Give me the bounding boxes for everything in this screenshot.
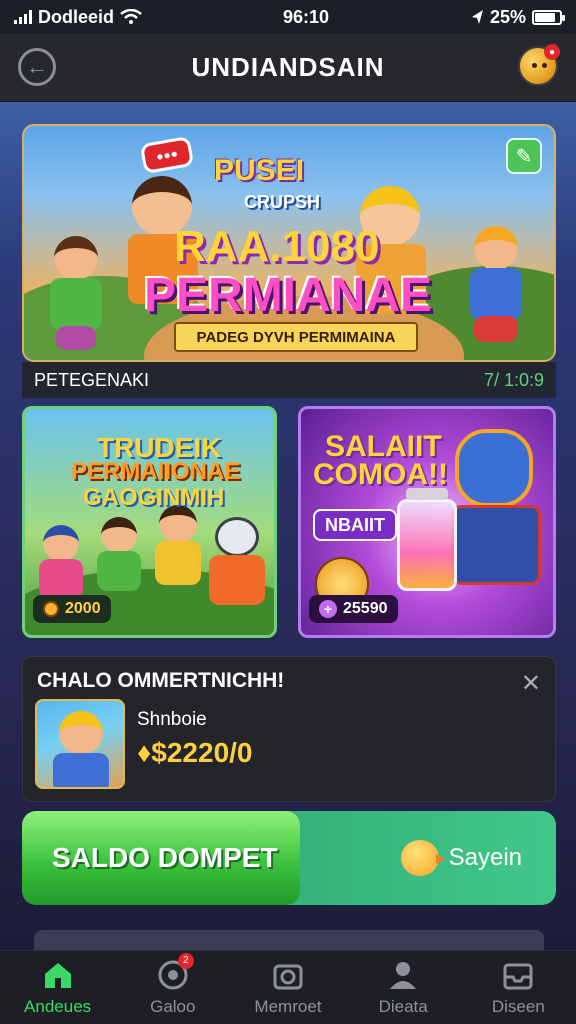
card-price: 2000: [65, 600, 101, 617]
hero-subtitle: PADEG DYVH PERMIMAINA: [174, 322, 418, 352]
inbox-icon: [503, 963, 533, 989]
nav-item-home[interactable]: Andeues: [3, 959, 113, 1017]
nav-label: Galoo: [150, 996, 196, 1016]
profile-avatar-button[interactable]: ●: [518, 44, 560, 86]
avatar-eye-icon: [542, 63, 547, 68]
clock: 96:10: [282, 6, 330, 27]
nav-item-inbox[interactable]: Diseen: [463, 959, 573, 1017]
character-body: [53, 753, 109, 787]
share-icon: ✎: [515, 145, 533, 168]
price-pill: + 25590: [309, 595, 398, 623]
battery-icon: [532, 9, 565, 25]
wallet-balance-label: SALDO DOMPET: [22, 811, 300, 905]
back-arrow-icon: ←: [26, 54, 48, 79]
offer-item-name: Shnboie: [137, 709, 207, 730]
nav-item-camera[interactable]: Memroet: [233, 959, 343, 1017]
nav-label: Memroet: [254, 996, 322, 1016]
offer-title: CHALO OMMERTNICHH!: [37, 669, 285, 692]
carrier-name: Dodleeid: [38, 6, 115, 27]
countdown-timer: 7/ 1:0:9: [483, 369, 544, 390]
hero-title-line4: PERMIANAE: [144, 269, 433, 322]
nav-label: Andeues: [24, 996, 92, 1016]
battery-percent: 25%: [489, 6, 526, 27]
close-button[interactable]: ✕: [521, 669, 541, 698]
character-head: [59, 711, 103, 755]
wifi-icon: [120, 9, 142, 24]
status-left: Dodleeid: [14, 7, 142, 28]
chick-icon: [400, 840, 445, 876]
nav-label: Diseen: [491, 996, 545, 1016]
offer-item-price: ♦$2220/0: [137, 737, 253, 768]
user-icon: [390, 961, 417, 989]
page-title: UNDIANDSAIN: [191, 52, 385, 82]
app-header: ← UNDIANDSAIN ●: [0, 34, 576, 102]
status-right: 25%: [470, 6, 565, 28]
signal-icon: [14, 10, 32, 24]
bottom-nav: Andeues 2 Galoo Memroet Dieata Diseen: [0, 950, 576, 1024]
location-icon: [471, 10, 483, 24]
hero-footer-label: PETEGENAKI: [34, 369, 150, 390]
card-title-line: PERMAIIONAE: [71, 458, 241, 485]
wallet-side-label: Sayein: [448, 844, 522, 871]
card-title-line: COMOA!!: [313, 458, 448, 491]
plus-icon: +: [319, 600, 337, 618]
card-price: 25590: [343, 600, 388, 617]
status-bar: Dodleeid 96:10 25%: [0, 0, 576, 34]
offer-panel: CHALO OMMERTNICHH! ✕ Shnboie ♦$2220/0: [22, 656, 556, 802]
card-title-line: GAOGINMIH: [83, 484, 225, 511]
close-icon: ✕: [520, 670, 541, 697]
hero-banner[interactable]: ●●● PUSEI CRUPSH RAA.1080 PERMIANAE PADE…: [22, 124, 556, 362]
hero-title-line1: PUSEI: [214, 154, 305, 187]
nav-label: Dieata: [378, 996, 428, 1016]
nav-badge: 2: [177, 952, 194, 969]
card-tag: NBAIIT: [313, 509, 397, 541]
hero-title-line3: RAA.1080: [174, 222, 380, 271]
nav-item-games[interactable]: 2 Galoo: [118, 952, 228, 1017]
wallet-button[interactable]: SALDO DOMPET Sayein: [22, 811, 556, 905]
game-card[interactable]: TRUDEIK PERMAIIONAE GAOGINMIH 2000: [22, 406, 277, 638]
coin-icon: [43, 601, 59, 617]
nav-item-profile[interactable]: Dieata: [348, 959, 458, 1017]
offer-thumbnail[interactable]: [35, 699, 125, 789]
share-button[interactable]: ✎: [506, 138, 542, 174]
hero-title-line2: CRUPSH: [244, 192, 321, 212]
back-button[interactable]: ←: [18, 48, 56, 86]
sign-badge: ●●●: [139, 135, 195, 175]
camera-icon: [273, 964, 303, 989]
potion-jar: [397, 488, 457, 591]
hero-footer: PETEGENAKI 7/ 1:0:9: [22, 362, 556, 398]
price-pill: 2000: [33, 595, 111, 623]
home-icon: [44, 962, 71, 988]
avatar-eye-icon: [532, 63, 537, 68]
battery-fill: [535, 12, 556, 22]
wallet-side: Sayein: [400, 811, 522, 905]
game-card[interactable]: SALAIIT COMOA!! NBAIIT + 25590: [298, 406, 556, 638]
notification-badge: ●: [544, 44, 560, 60]
